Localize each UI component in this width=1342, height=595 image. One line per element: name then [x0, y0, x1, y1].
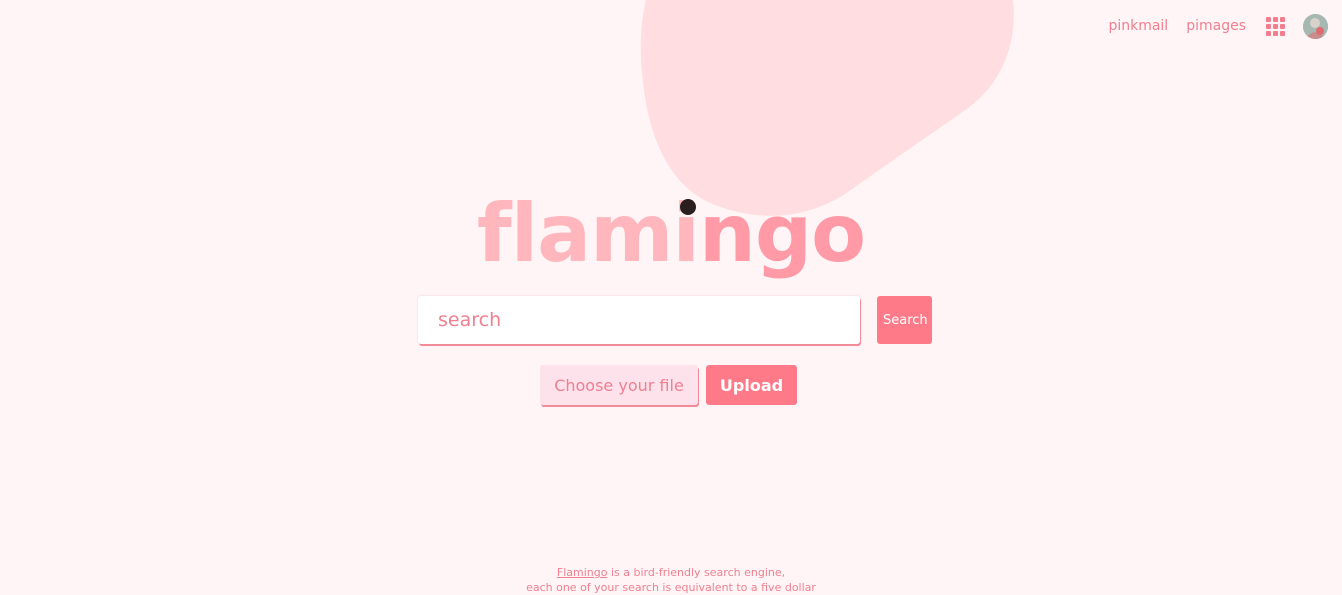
grid-apps-icon-cell: [1273, 30, 1278, 36]
grid-apps-icon-cell: [1266, 16, 1271, 22]
search-input[interactable]: [418, 296, 860, 344]
grid-apps-icon-cell: [1266, 23, 1271, 29]
footer-line-1-text: is a bird-friendly search engine,: [607, 566, 786, 579]
user-avatar[interactable]: [1303, 13, 1328, 39]
upload-button[interactable]: Upload: [706, 365, 797, 405]
grid-apps-icon-cell: [1273, 23, 1278, 29]
footer-line-2: each one of your search is equivalent to…: [526, 581, 816, 594]
avatar-picture-icon: [1303, 13, 1328, 39]
logo-text-part1: flami: [476, 187, 700, 280]
flamingo-link[interactable]: Flamingo: [557, 566, 608, 579]
logo-text-part2: ngo: [698, 187, 866, 280]
pinkmail-link[interactable]: pinkmail: [1108, 18, 1168, 34]
choose-file-button[interactable]: Choose your file: [540, 365, 698, 405]
top-nav: pinkmail pimages: [1108, 12, 1328, 40]
grid-apps-icon-cell: [1280, 23, 1285, 29]
pimages-link[interactable]: pimages: [1186, 18, 1246, 34]
grid-apps-icon-cell: [1280, 16, 1285, 22]
grid-apps-icon[interactable]: [1266, 16, 1285, 36]
search-button[interactable]: Search: [877, 296, 932, 344]
grid-apps-icon-cell: [1273, 16, 1278, 22]
flamingo-logo: flamingo: [0, 184, 1342, 284]
footer: Flamingo is a bird-friendly search engin…: [0, 565, 1342, 595]
logo-dot-icon: [680, 199, 696, 215]
grid-apps-icon-cell: [1280, 30, 1285, 36]
page: pinkmail pimages flamingo Search Cho: [0, 0, 1342, 595]
grid-apps-icon-cell: [1266, 30, 1271, 36]
footer-line-1: Flamingo is a bird-friendly search engin…: [0, 565, 1342, 580]
